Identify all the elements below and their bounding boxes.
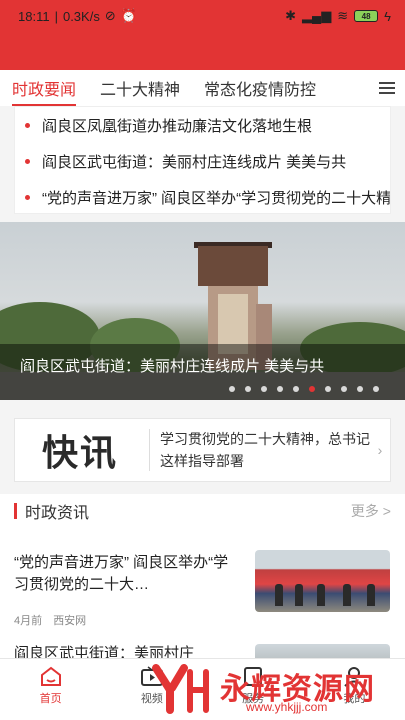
mute-icon: ⊘ bbox=[104, 8, 116, 23]
carousel-dots bbox=[229, 386, 379, 392]
kuaixun-text: 学习贯彻党的二十大精神，总书记这样指导部署 bbox=[160, 431, 370, 469]
headline-item[interactable]: 阎良区凤凰街道办推动廉洁文化落地生根 bbox=[15, 107, 390, 143]
alarm-icon: ⏰ bbox=[120, 8, 137, 23]
more-link[interactable]: 更多 > bbox=[351, 501, 391, 521]
tab-shizheng[interactable]: 时政要闻 bbox=[12, 76, 77, 106]
tab-yiqing[interactable]: 常态化疫情防控 bbox=[204, 76, 316, 100]
status-speed: 0.3K/s bbox=[62, 8, 100, 24]
bluetooth-icon: ✱ bbox=[285, 8, 296, 23]
news-meta: 4月前 西安网 bbox=[14, 615, 87, 627]
carousel-dot[interactable] bbox=[229, 386, 235, 392]
chevron-right-icon: › bbox=[377, 442, 383, 458]
nav-service[interactable]: 服务 bbox=[203, 659, 304, 720]
list-item[interactable]: “党的声音进万家” 阎良区举办“学习贯彻党的二十大… 4月前 西安网 bbox=[0, 542, 405, 638]
battery-icon: 48 bbox=[354, 10, 379, 22]
section-title: 时政资讯 bbox=[25, 505, 90, 522]
profile-icon bbox=[344, 667, 365, 687]
bottom-nav: 首页 视频 服务 我的 bbox=[0, 658, 405, 720]
news-thumbnail bbox=[255, 550, 390, 612]
nav-home[interactable]: 首页 bbox=[0, 659, 101, 720]
service-icon bbox=[244, 667, 263, 686]
bullet-icon bbox=[25, 122, 30, 128]
kuaixun-logo: 快讯 bbox=[41, 432, 118, 473]
wifi-icon: ≋ bbox=[337, 8, 349, 23]
headline-list: 阎良区凤凰街道办推动廉洁文化落地生根 阎良区武屯街道：美丽村庄连线成片 美美与共… bbox=[14, 106, 391, 214]
bullet-icon bbox=[25, 194, 30, 200]
tab-ershida[interactable]: 二十大精神 bbox=[100, 76, 180, 100]
headline-item[interactable]: 阎良区武屯街道：美丽村庄连线成片 美美与共 bbox=[15, 143, 390, 179]
menu-icon[interactable] bbox=[379, 82, 395, 94]
carousel-dot[interactable] bbox=[357, 386, 363, 392]
status-bar: 18:11 | 0.3K/s ⊘ ⏰ ✱ ▂▄▆ ≋ 48 ϟ bbox=[18, 8, 391, 24]
nav-video[interactable]: 视频 bbox=[101, 659, 202, 720]
carousel-dot[interactable] bbox=[277, 386, 283, 392]
category-tabs: 时政要闻 二十大精神 常态化疫情防控 bbox=[0, 70, 405, 106]
app-screen: 18:11 | 0.3K/s ⊘ ⏰ ✱ ▂▄▆ ≋ 48 ϟ 时政要闻 二十大… bbox=[0, 0, 405, 720]
video-icon bbox=[140, 666, 163, 686]
carousel-dot[interactable] bbox=[309, 386, 315, 392]
section-header: 时政资讯 更多 > bbox=[0, 494, 405, 528]
carousel-dot[interactable] bbox=[245, 386, 251, 392]
bullet-icon bbox=[25, 158, 30, 164]
news-list: “党的声音进万家” 阎良区举办“学习贯彻党的二十大… 4月前 西安网 阎良区武屯… bbox=[0, 528, 405, 664]
carousel-dot[interactable] bbox=[373, 386, 379, 392]
news-title: “党的声音进万家” 阎良区举办“学习贯彻党的二十大… bbox=[14, 554, 229, 593]
carousel-dot[interactable] bbox=[261, 386, 267, 392]
nav-profile[interactable]: 我的 bbox=[304, 659, 405, 720]
carousel-dot[interactable] bbox=[293, 386, 299, 392]
kuaixun-card[interactable]: 快讯 学习贯彻党的二十大精神，总书记这样指导部署 › bbox=[14, 418, 391, 482]
signal-icon: ▂▄▆ bbox=[301, 8, 332, 23]
banner-caption: 阎良区武屯街道：美丽村庄连线成片 美美与共 bbox=[20, 358, 325, 375]
headline-item[interactable]: “党的声音进万家” 阎良区举办“学习贯彻党的二十大精神” bbox=[15, 179, 390, 213]
banner-carousel[interactable]: 阎良区武屯街道：美丽村庄连线成片 美美与共 bbox=[0, 222, 405, 400]
status-time: 18:11 bbox=[18, 8, 50, 24]
charging-icon: ϟ bbox=[384, 8, 391, 24]
carousel-dot[interactable] bbox=[341, 386, 347, 392]
top-header: 18:11 | 0.3K/s ⊘ ⏰ ✱ ▂▄▆ ≋ 48 ϟ bbox=[0, 0, 405, 70]
carousel-dot[interactable] bbox=[325, 386, 331, 392]
home-icon bbox=[40, 666, 61, 686]
